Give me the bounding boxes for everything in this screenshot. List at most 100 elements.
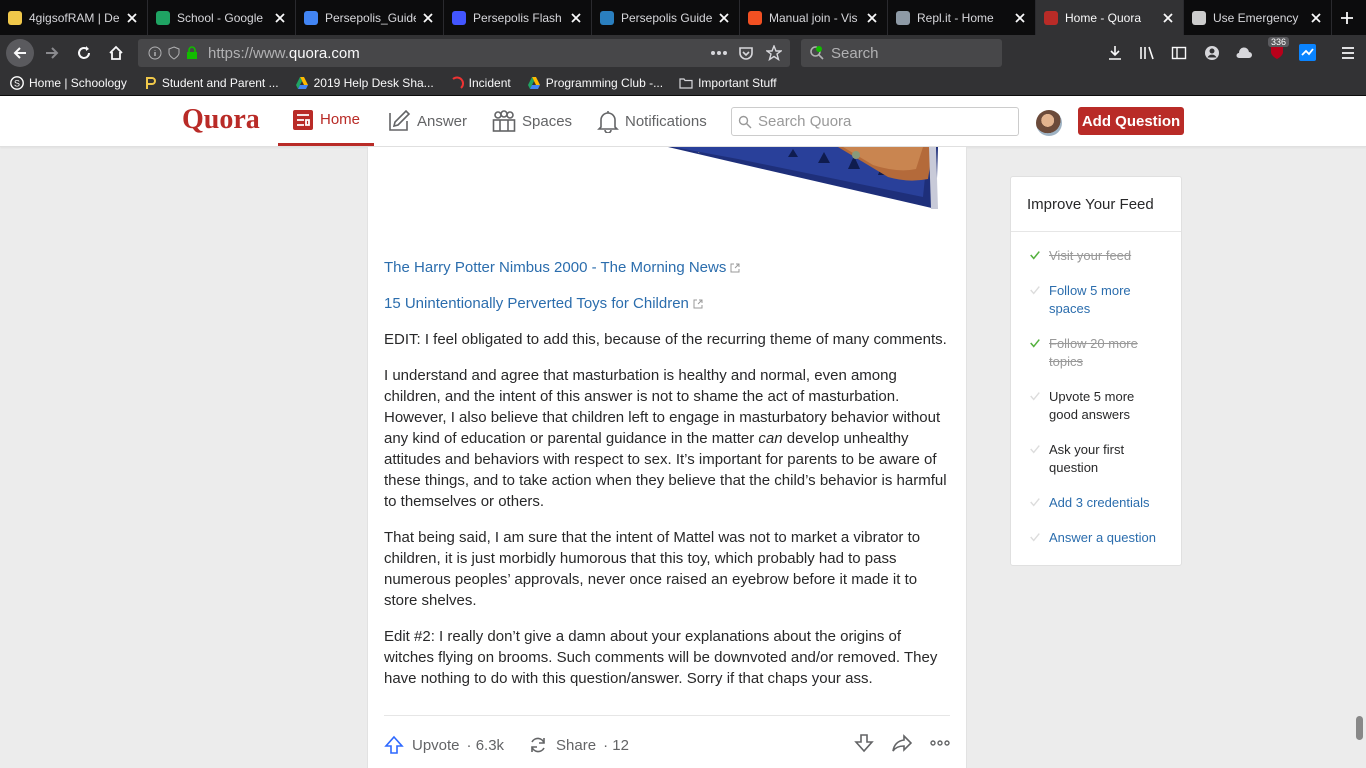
add-question-button[interactable]: Add Question [1078, 107, 1184, 135]
bookmark-help-desk[interactable]: 2019 Help Desk Sha... [295, 76, 434, 90]
forward-button[interactable] [38, 39, 66, 67]
source-link-toys[interactable]: 15 Unintentionally Perverted Toys for Ch… [384, 295, 703, 312]
schoology-icon: S [10, 76, 24, 90]
close-tab-icon[interactable] [717, 11, 731, 25]
new-tab-button[interactable] [1332, 0, 1362, 35]
account-icon[interactable] [1204, 45, 1220, 61]
back-button[interactable] [6, 39, 34, 67]
nav-answer[interactable]: Answer [387, 96, 467, 146]
home-icon [109, 45, 123, 60]
close-tab-icon[interactable] [421, 11, 435, 25]
checkmark-icon [1030, 339, 1040, 348]
paragraph-emphasis: can [758, 430, 783, 447]
nav-spaces[interactable]: Spaces [492, 96, 572, 146]
sidebar-toggle-icon[interactable] [1171, 45, 1187, 61]
shield-icon[interactable] [167, 46, 181, 60]
plus-icon [1341, 11, 1353, 24]
star-icon[interactable] [766, 45, 782, 61]
close-tab-icon[interactable] [125, 11, 139, 25]
reshare-button[interactable] [892, 733, 912, 753]
quora-logo[interactable]: Quora [182, 104, 260, 136]
bookmark-programming-club[interactable]: Programming Club -... [527, 76, 663, 90]
divider [384, 715, 950, 716]
pocket-icon[interactable] [738, 45, 754, 61]
extension-blue-icon[interactable] [1299, 44, 1316, 61]
forward-arrow-icon [892, 734, 912, 752]
reload-button[interactable] [70, 39, 98, 67]
external-link-icon [693, 299, 703, 309]
upvote-arrow-icon [384, 735, 404, 754]
browser-toolbar: https://www. quora.com Search 336 [0, 35, 1366, 71]
browser-tab[interactable]: Manual join - Vis [740, 0, 888, 35]
feed-task-item[interactable]: Answer a question [1028, 529, 1165, 547]
improve-feed-panel: Improve Your Feed Visit your feed Follow… [1010, 176, 1182, 566]
bookmark-schoology[interactable]: S Home | Schoology [10, 76, 127, 90]
close-tab-icon[interactable] [1013, 11, 1027, 25]
tab-favicon-icon [1044, 10, 1058, 25]
close-tab-icon[interactable] [865, 11, 879, 25]
url-bar[interactable]: https://www. quora.com [138, 39, 790, 67]
tab-title: Home - Quora [1065, 10, 1142, 25]
feed-task-item[interactable]: Follow 20 more topics [1028, 335, 1165, 371]
upvote-label: Upvote [412, 736, 460, 754]
feed-task-item[interactable]: Upvote 5 more good answers [1028, 388, 1165, 424]
incident-icon [452, 76, 464, 89]
spaces-people-icon [492, 110, 516, 132]
nav-notifications[interactable]: Notifications [597, 96, 707, 146]
answer-image[interactable]: . [368, 147, 966, 237]
bookmark-incident[interactable]: Incident [450, 76, 511, 90]
tab-favicon-icon [156, 10, 170, 25]
menu-icon[interactable] [1340, 45, 1356, 61]
extension-cloud-icon[interactable] [1235, 45, 1253, 61]
browser-tab[interactable]: 4gigsofRAM | De [0, 0, 148, 35]
checkmark-icon [1030, 498, 1040, 507]
download-icon[interactable] [1107, 45, 1123, 61]
bookmark-folder-important[interactable]: Important Stuff [679, 76, 777, 90]
close-tab-icon[interactable] [569, 11, 583, 25]
answer-paragraph-2: I understand and agree that masturbation… [384, 365, 950, 512]
avatar[interactable] [1036, 110, 1062, 136]
browser-tab-active[interactable]: Home - Quora [1036, 0, 1184, 35]
feed-task-item[interactable]: Ask your first question [1028, 441, 1165, 477]
browser-tab[interactable]: Persepolis Flash [444, 0, 592, 35]
home-button[interactable] [102, 39, 130, 67]
share-button[interactable]: Share · 12 [528, 735, 629, 755]
close-tab-icon[interactable] [1309, 11, 1323, 25]
bell-icon [597, 111, 619, 133]
page-scrollbar-thumb[interactable] [1356, 716, 1363, 740]
info-icon[interactable] [148, 46, 162, 60]
nav-spaces-label: Spaces [522, 112, 573, 130]
bookmark-student-parent[interactable]: Student and Parent ... [143, 76, 279, 90]
share-cycle-icon [531, 737, 545, 753]
feed-task-item[interactable]: Visit your feed [1028, 247, 1165, 265]
close-tab-icon[interactable] [1161, 11, 1175, 25]
more-options-button[interactable] [930, 733, 950, 753]
browser-tab[interactable]: Persepolis_Guide [296, 0, 444, 35]
answer-card: . The Harry Potter Nimbus 2000 - The Mor… [367, 147, 967, 768]
browser-search-field[interactable]: Search [801, 39, 1002, 67]
url-prefix: https://www. [208, 44, 289, 62]
upvote-button[interactable]: Upvote · 6.3k [384, 735, 504, 755]
source-link-label: The Harry Potter Nimbus 2000 - The Morni… [384, 259, 727, 276]
checkmark-icon [1030, 392, 1040, 401]
close-tab-icon[interactable] [273, 11, 287, 25]
browser-tab[interactable]: Use Emergency [1184, 0, 1332, 35]
downvote-button[interactable] [854, 733, 874, 753]
feed-task-item[interactable]: Follow 5 more spaces [1028, 282, 1165, 318]
bookmark-label: 2019 Help Desk Sha... [313, 76, 434, 90]
bookmark-label: Incident [468, 76, 511, 90]
browser-tab[interactable]: Persepolis Guide [592, 0, 740, 35]
answer-secondary-actions [836, 733, 950, 753]
page-actions-icon[interactable] [710, 50, 728, 56]
browser-tab[interactable]: Repl.it - Home [888, 0, 1036, 35]
feed-task-item[interactable]: Add 3 credentials [1028, 494, 1165, 512]
browser-tab[interactable]: School - Google [148, 0, 296, 35]
google-drive-icon [527, 77, 540, 89]
nav-home[interactable]: Home [278, 96, 375, 146]
quora-search-input[interactable]: Search Quora [731, 107, 1019, 136]
bookmark-label: Home | Schoology [29, 76, 127, 90]
extension-badge-button[interactable]: 336 [1268, 37, 1290, 61]
library-icon[interactable] [1139, 45, 1155, 61]
source-link-nimbus[interactable]: The Harry Potter Nimbus 2000 - The Morni… [384, 259, 740, 276]
share-count: · 12 [603, 736, 629, 754]
